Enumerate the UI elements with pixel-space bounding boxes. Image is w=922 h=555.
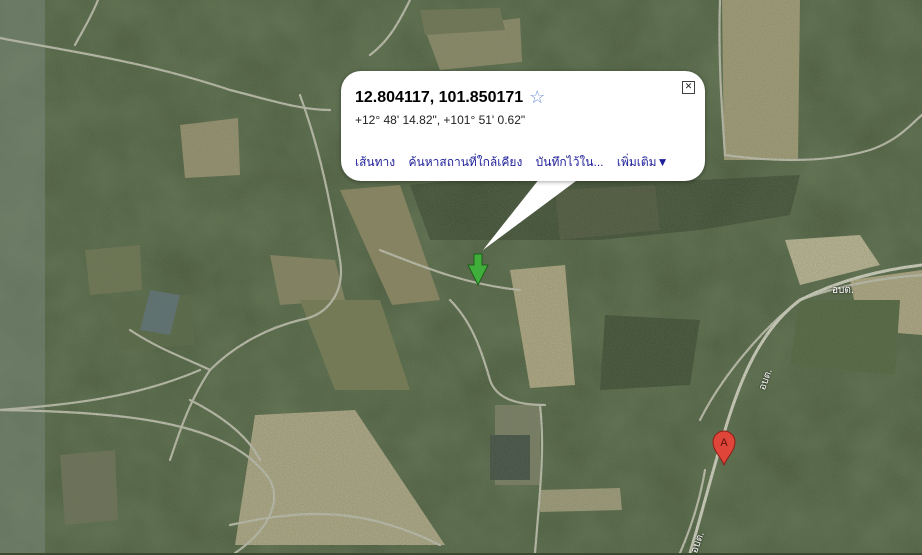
road-label: อบต.: [832, 285, 855, 296]
search-nearby-link[interactable]: ค้นหาสถานที่ใกล้เคียง: [408, 155, 522, 169]
pin-a-label: A: [720, 437, 728, 449]
save-to-link[interactable]: บันทึกไว้ใน...: [536, 155, 604, 169]
location-info-popup: 12.804117, 101.850171 ☆ +12° 48' 14.82", …: [341, 71, 705, 181]
popup-dms-coordinates: +12° 48' 14.82", +101° 51' 0.62": [355, 113, 526, 127]
coordinates-text: 12.804117, 101.850171: [355, 89, 524, 106]
popup-links: เส้นทาง ค้นหาสถานที่ใกล้เคียง บันทึกไว้ใ…: [355, 153, 668, 172]
directions-link[interactable]: เส้นทาง: [355, 155, 395, 169]
popup-coordinates: 12.804117, 101.850171 ☆: [355, 87, 545, 108]
close-icon[interactable]: ✕: [682, 81, 695, 94]
more-link[interactable]: เพิ่มเติม▼: [617, 155, 669, 169]
star-icon[interactable]: ☆: [529, 87, 545, 108]
